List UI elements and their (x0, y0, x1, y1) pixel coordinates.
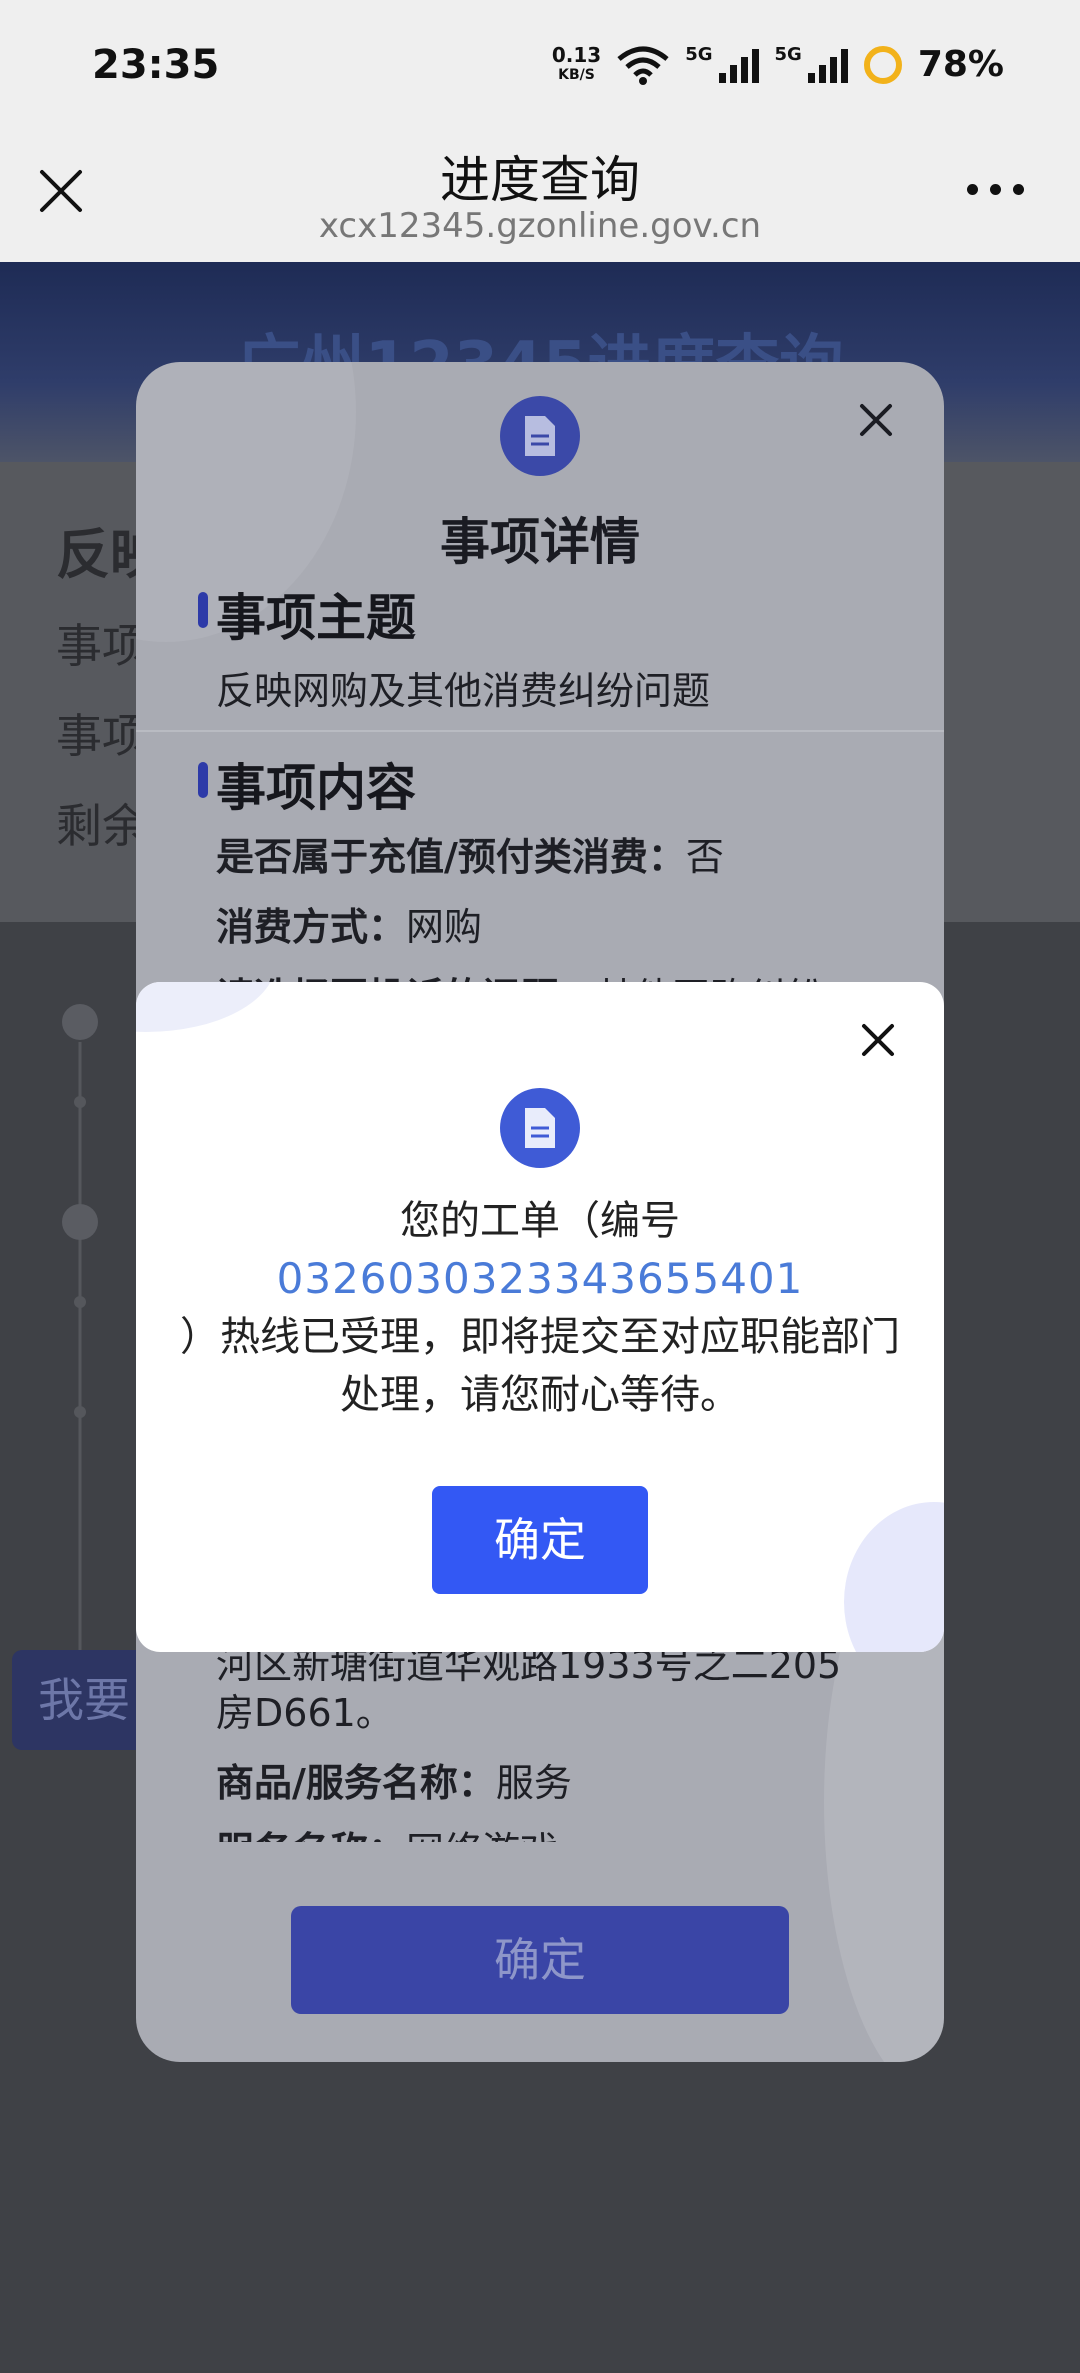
status-time: 23:35 (92, 42, 220, 88)
title-bar: 进度查询 xcx12345.gzonline.gov.cn (0, 140, 1080, 262)
divider (136, 730, 944, 732)
network-type-label-2: 5G (774, 44, 802, 65)
detail-confirm-button[interactable]: 确定 (291, 1906, 789, 2014)
page-url: xcx12345.gzonline.gov.cn (318, 206, 762, 246)
field-value: 网购 (406, 905, 483, 949)
background-timeline (62, 1004, 98, 1702)
background-row-label: 事项 (56, 709, 148, 763)
network-type-label-1: 5G (685, 44, 713, 65)
alert-message-prefix: 您的工单（编号 (400, 1198, 680, 1244)
field-value: 服务 (495, 1761, 572, 1805)
field-label: 服务名称： (216, 1829, 406, 1842)
network-speed: 0.13 KB/S (552, 45, 601, 85)
topic-text: 反映网购及其他消费纠纷问题 (216, 669, 711, 713)
screen: 23:35 0.13 KB/S 5G 5G 78% 进度查询 xcx12345.… (0, 0, 1080, 2373)
signal-bars-icon-1 (718, 47, 759, 83)
field-label: 是否属于充值/预付类消费： (216, 835, 686, 879)
network-speed-value: 0.13 (551, 42, 602, 67)
field-value: 网络游戏 (406, 1829, 558, 1842)
alert-modal: 您的工单（编号 0326030323343655401 ）热线已受理，即将提交至… (136, 982, 944, 1652)
wifi-icon (617, 46, 669, 85)
section-heading-topic: 事项主题 (198, 578, 416, 650)
background-row-label: 事项 (56, 619, 148, 673)
document-icon (500, 396, 580, 476)
background-row-label: 剩余 (56, 799, 148, 853)
field-prepaid: 是否属于充值/预付类消费：否 (216, 826, 724, 881)
page-title: 进度查询 (440, 151, 640, 209)
alert-message-suffix: ）热线已受理，即将提交至对应职能部门处理，请您耐心等待。 (180, 1314, 900, 1418)
status-bar: 23:35 0.13 KB/S 5G 5G 78% (0, 0, 1080, 140)
battery-percentage: 78% (917, 44, 1004, 85)
network-speed-unit: KB/S (558, 66, 595, 83)
close-detail-icon[interactable] (858, 402, 894, 438)
close-alert-icon[interactable] (860, 1022, 896, 1058)
battery-icon (863, 45, 902, 84)
signal-bars-icon-2 (807, 47, 848, 83)
detail-title: 事项详情 (440, 513, 640, 571)
field-consume-method: 消费方式：网购 (216, 896, 482, 951)
order-number: 0326030323343655401 (276, 1254, 804, 1303)
section-heading-content: 事项内容 (198, 748, 416, 820)
field-label: 消费方式： (216, 905, 407, 949)
document-icon (500, 1088, 580, 1168)
alert-confirm-button[interactable]: 确定 (432, 1486, 648, 1594)
decorative-blob (136, 982, 276, 1032)
decorative-blob (844, 1502, 944, 1652)
address-line: 房D661。 (216, 1691, 394, 1735)
field-service-name: 服务名称：网络游戏 (216, 1820, 558, 1842)
field-product-name: 商品/服务名称：服务 (216, 1752, 572, 1807)
more-options-icon[interactable] (967, 184, 1024, 195)
status-icons: 0.13 KB/S 5G 5G 78% (552, 44, 1004, 85)
field-value: 否 (685, 835, 724, 879)
field-label: 商品/服务名称： (216, 1761, 496, 1805)
alert-message: 您的工单（编号 0326030323343655401 ）热线已受理，即将提交至… (176, 1192, 904, 1424)
